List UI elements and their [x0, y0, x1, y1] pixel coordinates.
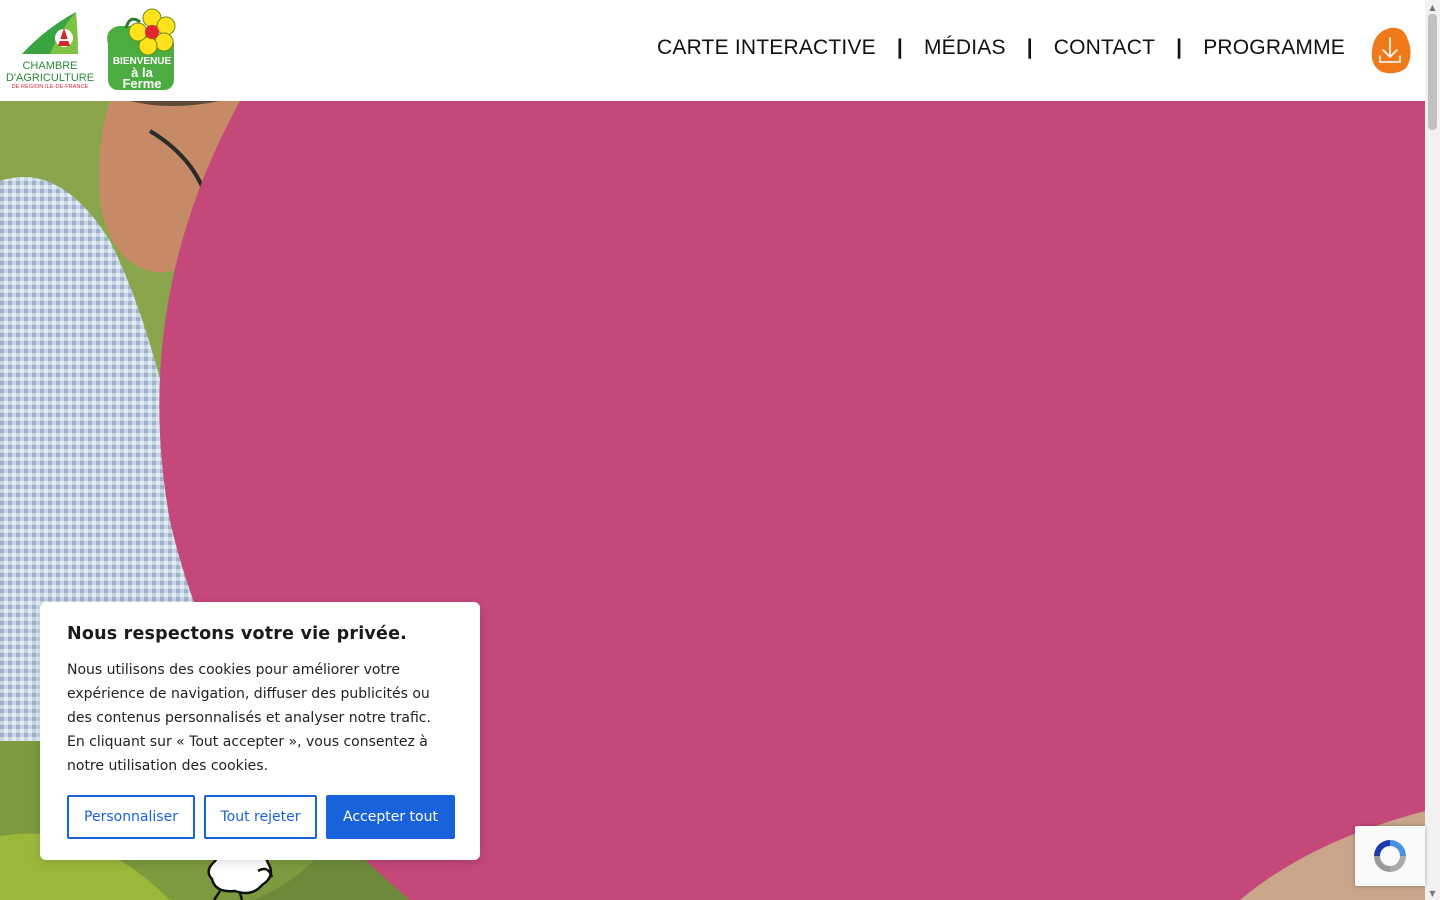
bienvenue-logo-line2: à la Ferme	[122, 65, 162, 91]
scroll-up-arrow-icon[interactable]: ▲	[1425, 0, 1440, 14]
accept-all-button[interactable]: Accepter tout	[326, 795, 455, 839]
nav-item-medias[interactable]: MÉDIAS	[924, 36, 1006, 60]
customize-button[interactable]: Personnaliser	[67, 795, 195, 839]
site-header: CHAMBRE D'AGRICULTURE DE RÉGION ILE-DE-F…	[0, 0, 1425, 101]
bienvenue-ferme-logo[interactable]: BIENVENUE à la Ferme	[104, 8, 180, 92]
cookie-banner-title: Nous respectons votre vie privée.	[67, 624, 407, 644]
nav-separator: |	[1026, 36, 1033, 59]
scrollbar-thumb[interactable]	[1428, 14, 1437, 130]
nav-item-carte-interactive[interactable]: CARTE INTERACTIVE	[657, 36, 876, 60]
chambre-logo-line1: CHAMBRE	[22, 60, 78, 72]
scroll-down-arrow-icon[interactable]: ▼	[1425, 886, 1440, 900]
cookie-banner-text: Nous utilisons des cookies pour améliore…	[67, 662, 431, 774]
reject-all-button[interactable]: Tout rejeter	[204, 795, 317, 839]
download-icon	[1371, 27, 1411, 74]
nav-item-contact[interactable]: CONTACT	[1054, 36, 1155, 60]
recaptcha-badge[interactable]	[1355, 826, 1425, 886]
chambre-logo-line2: D'AGRICULTURE	[6, 72, 95, 84]
chambre-logo-line3: DE RÉGION ILE-DE-FRANCE	[11, 84, 89, 90]
page-scrollbar[interactable]: ▲ ▼	[1425, 0, 1440, 900]
cookie-consent-banner: Nous respectons votre vie privée. Nous u…	[40, 602, 480, 860]
recaptcha-icon	[1374, 840, 1406, 872]
nav-separator: |	[1176, 36, 1183, 59]
main-nav: CARTE INTERACTIVE | MÉDIAS | CONTACT | P…	[657, 36, 1345, 60]
chambre-agriculture-logo[interactable]: CHAMBRE D'AGRICULTURE DE RÉGION ILE-DE-F…	[6, 8, 94, 94]
nav-separator: |	[896, 36, 903, 59]
download-button[interactable]	[1370, 26, 1412, 74]
nav-item-programme[interactable]: PROGRAMME	[1203, 36, 1345, 60]
cookie-banner-buttons: Personnaliser Tout rejeter Accepter tout	[67, 795, 455, 839]
